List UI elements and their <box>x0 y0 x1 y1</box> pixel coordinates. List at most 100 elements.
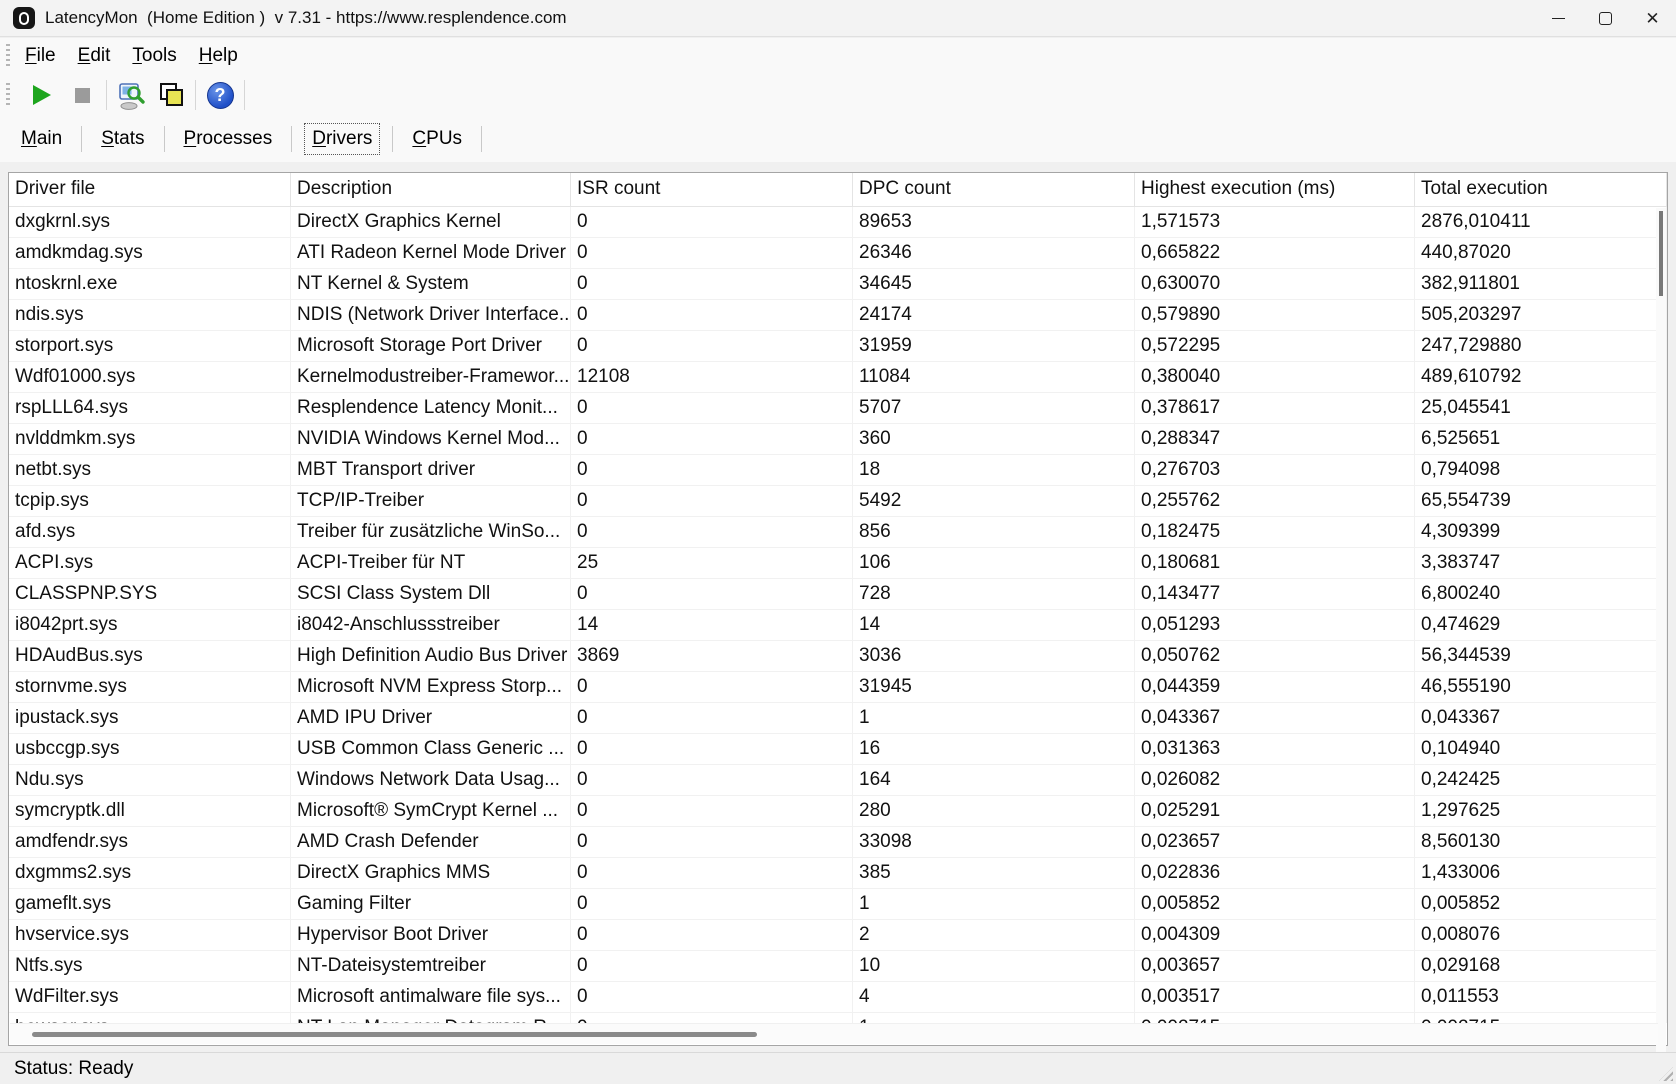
menu-item-tools[interactable]: Tools <box>121 45 187 67</box>
cell-dpc-count: 385 <box>853 858 1135 888</box>
table-row[interactable]: nvlddmkm.sys NVIDIA Windows Kernel Mod...… <box>9 424 1667 455</box>
table-row[interactable]: gameflt.sys Gaming Filter 0 1 0,005852 0,0058… <box>9 889 1667 920</box>
cell-dpc-count: 18 <box>853 455 1135 485</box>
start-monitoring-button[interactable] <box>22 77 62 113</box>
cell-description: Treiber für zusätzliche WinSo... <box>291 517 571 547</box>
cell-isr-count: 14 <box>571 610 853 640</box>
table-row[interactable]: CLASSPNP.SYS SCSI Class System Dll 0 728 0,1… <box>9 579 1667 610</box>
table-row[interactable]: ndis.sys NDIS (Network Driver Interface..… <box>9 300 1667 331</box>
cell-dpc-count: 1 <box>853 703 1135 733</box>
table-row[interactable]: usbccgp.sys USB Common Class Generic ... 0… <box>9 734 1667 765</box>
tabbar: Main Stats Processes Drivers CPUs <box>0 116 1676 162</box>
horizontal-scrollbar[interactable] <box>10 1023 1658 1044</box>
column-header-dpc-count[interactable]: DPC count <box>853 173 1135 206</box>
tab-main[interactable]: Main <box>14 124 69 154</box>
tab-cpus[interactable]: CPUs <box>405 124 469 154</box>
cell-dpc-count: 3036 <box>853 641 1135 671</box>
table-row[interactable]: dxgkrnl.sys DirectX Graphics Kernel 0 89653… <box>9 207 1667 238</box>
menu-item-file[interactable]: File <box>14 45 67 67</box>
menubar-gripper <box>6 44 10 68</box>
cell-description: Microsoft antimalware file sys... <box>291 982 571 1012</box>
cell-highest-execution: 0,044359 <box>1135 672 1415 702</box>
cell-driver-file: dxgkrnl.sys <box>9 207 291 237</box>
table-row[interactable]: hvservice.sys Hypervisor Boot Driver 0 2 0,0… <box>9 920 1667 951</box>
cell-isr-count: 0 <box>571 734 853 764</box>
cell-isr-count: 0 <box>571 455 853 485</box>
cell-description: DirectX Graphics Kernel <box>291 207 571 237</box>
cell-dpc-count: 14 <box>853 610 1135 640</box>
table-row[interactable]: amdfendr.sys AMD Crash Defender 0 33098 0,02… <box>9 827 1667 858</box>
cell-driver-file: CLASSPNP.SYS <box>9 579 291 609</box>
vertical-scrollbar-thumb[interactable] <box>1659 211 1663 296</box>
cell-total-execution: 505,203297 <box>1415 300 1667 330</box>
cell-isr-count: 0 <box>571 486 853 516</box>
cell-total-execution: 1,433006 <box>1415 858 1667 888</box>
table-row[interactable]: tcpip.sys TCP/IP-Treiber 0 5492 0,255762 65,5… <box>9 486 1667 517</box>
tab-processes[interactable]: Processes <box>177 124 280 154</box>
table-row[interactable]: HDAudBus.sys High Definition Audio Bus Dr… <box>9 641 1667 672</box>
cell-dpc-count: 106 <box>853 548 1135 578</box>
column-header-driver-file[interactable]: Driver file <box>9 173 291 206</box>
tab-separator <box>163 126 165 152</box>
table-row[interactable]: ipustack.sys AMD IPU Driver 0 1 0,043367 0,04… <box>9 703 1667 734</box>
maximize-button[interactable] <box>1582 0 1629 36</box>
table-row[interactable]: rspLLL64.sys Resplendence Latency Monit..… <box>9 393 1667 424</box>
resize-grip-icon[interactable] <box>1659 1067 1673 1081</box>
cell-highest-execution: 0,003517 <box>1135 982 1415 1012</box>
table-row[interactable]: symcryptk.dll Microsoft® SymCrypt Kernel … <box>9 796 1667 827</box>
table-row[interactable]: dxgmms2.sys DirectX Graphics MMS 0 385 0,022… <box>9 858 1667 889</box>
table-row[interactable]: stornvme.sys Microsoft NVM Express Storp.… <box>9 672 1667 703</box>
table-row[interactable]: Ndu.sys Windows Network Data Usag... 0 164 0… <box>9 765 1667 796</box>
help-button[interactable]: ? <box>200 77 240 113</box>
cell-isr-count: 0 <box>571 889 853 919</box>
table-row[interactable]: WdFilter.sys Microsoft antimalware file s… <box>9 982 1667 1013</box>
cell-highest-execution: 0,023657 <box>1135 827 1415 857</box>
table-row[interactable]: Wdf01000.sys Kernelmodustreiber-Framewor.… <box>9 362 1667 393</box>
vertical-scrollbar[interactable] <box>1656 208 1666 1084</box>
tab-drivers[interactable]: Drivers <box>304 123 381 155</box>
cell-driver-file: amdfendr.sys <box>9 827 291 857</box>
table-row[interactable]: netbt.sys MBT Transport driver 0 18 0,276703… <box>9 455 1667 486</box>
cell-driver-file: dxgmms2.sys <box>9 858 291 888</box>
table-row[interactable]: ntoskrnl.exe NT Kernel & System 0 34645 0,63… <box>9 269 1667 300</box>
table-row[interactable]: ACPI.sys ACPI-Treiber für NT 25 106 0,180681… <box>9 548 1667 579</box>
cell-dpc-count: 31959 <box>853 331 1135 361</box>
cell-dpc-count: 1 <box>853 1013 1135 1023</box>
stop-monitoring-button[interactable] <box>62 77 102 113</box>
cell-total-execution: 46,555190 <box>1415 672 1667 702</box>
cell-total-execution: 0,242425 <box>1415 765 1667 795</box>
column-header-description[interactable]: Description <box>291 173 571 206</box>
column-header-isr-count[interactable]: ISR count <box>571 173 853 206</box>
close-button[interactable]: ✕ <box>1629 0 1676 36</box>
cell-dpc-count: 164 <box>853 765 1135 795</box>
menu-item-help[interactable]: Help <box>188 45 249 67</box>
cell-total-execution: 0,794098 <box>1415 455 1667 485</box>
cell-highest-execution: 0,050762 <box>1135 641 1415 671</box>
minimize-button[interactable] <box>1535 0 1582 36</box>
cell-description: DirectX Graphics MMS <box>291 858 571 888</box>
horizontal-scrollbar-thumb[interactable] <box>32 1032 757 1037</box>
stacked-windows-button[interactable] <box>151 77 191 113</box>
tab-separator <box>392 126 394 152</box>
cell-dpc-count: 11084 <box>853 362 1135 392</box>
table-row[interactable]: i8042prt.sys i8042-Anschlussstreiber 14 14 0… <box>9 610 1667 641</box>
tab-stats[interactable]: Stats <box>94 124 151 154</box>
cell-highest-execution: 0,572295 <box>1135 331 1415 361</box>
stop-icon <box>74 87 90 103</box>
table-row[interactable]: bowser.sysNT Lan Manager Datagram R...01… <box>9 1013 1667 1023</box>
menu-item-edit[interactable]: Edit <box>67 45 122 67</box>
cell-total-execution: 3,383747 <box>1415 548 1667 578</box>
table-row[interactable]: storport.sys Microsoft Storage Port Drive… <box>9 331 1667 362</box>
cell-isr-count: 0 <box>571 300 853 330</box>
column-header-total-execution[interactable]: Total execution <box>1415 173 1667 206</box>
table-row[interactable]: afd.sys Treiber für zusätzliche WinSo... 0… <box>9 517 1667 548</box>
table-row[interactable]: Ntfs.sys NT-Dateisystemtreiber 0 10 0,003657… <box>9 951 1667 982</box>
cell-total-execution: 0,029168 <box>1415 951 1667 981</box>
cell-total-execution: 6,525651 <box>1415 424 1667 454</box>
column-header-highest-execution[interactable]: Highest execution (ms) <box>1135 173 1415 206</box>
cell-total-execution: 0,474629 <box>1415 610 1667 640</box>
table-row[interactable]: amdkmdag.sys ATI Radeon Kernel Mode Drive… <box>9 238 1667 269</box>
cell-description: Kernelmodustreiber-Framewor... <box>291 362 571 392</box>
window-controls: ✕ <box>1535 0 1676 36</box>
analyze-report-button[interactable] <box>111 77 151 113</box>
